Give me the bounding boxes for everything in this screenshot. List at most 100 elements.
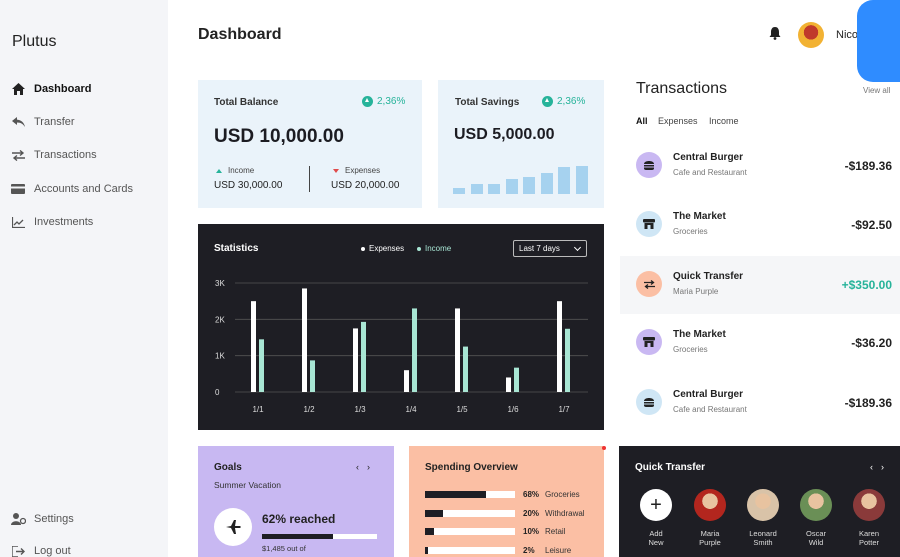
bar-income xyxy=(259,339,264,392)
transaction-row[interactable]: The Market Groceries -$36.20 xyxy=(620,314,900,372)
floating-action-button[interactable] xyxy=(857,0,900,82)
savings-amount: USD 5,000.00 xyxy=(454,126,555,143)
income-label: Income xyxy=(216,166,254,175)
bar-expenses xyxy=(455,308,460,392)
transaction-amount: -$36.20 xyxy=(851,336,892,350)
savings-bar xyxy=(470,184,483,194)
spending-title: Spending Overview xyxy=(425,462,518,473)
bell-icon[interactable] xyxy=(768,26,782,40)
user-name[interactable]: Nico xyxy=(836,29,858,41)
sidebar-item-log-out[interactable]: Log out xyxy=(10,541,71,557)
x-tick-label: 1/5 xyxy=(456,405,468,414)
goals-subtitle: Summer Vacation xyxy=(214,480,281,490)
sidebar-item-transactions[interactable]: Transactions xyxy=(10,145,97,165)
store-icon xyxy=(636,329,662,355)
spending-row: 2% Leisure xyxy=(425,545,595,555)
sidebar-item-settings[interactable]: Settings xyxy=(10,509,74,529)
plus-icon: + xyxy=(640,489,672,521)
home-icon xyxy=(10,82,26,96)
sidebar-item-label: Transactions xyxy=(34,149,97,161)
triangle-down-icon xyxy=(333,168,339,173)
y-tick-label: 0 xyxy=(215,388,220,397)
sidebar-item-transfer[interactable]: Transfer xyxy=(10,112,75,132)
avatar[interactable] xyxy=(798,22,824,48)
spending-percent: 2% xyxy=(523,545,535,555)
divider xyxy=(309,166,310,192)
transaction-row[interactable]: The Market Groceries -$92.50 xyxy=(620,196,900,254)
filter-income[interactable]: Income xyxy=(709,116,739,126)
bar-expenses xyxy=(557,301,562,392)
balance-amount: USD 10,000.00 xyxy=(214,126,344,147)
y-tick-label: 3K xyxy=(215,279,225,288)
page-title: Dashboard xyxy=(198,26,282,43)
sidebar-item-label: Settings xyxy=(34,513,74,525)
transaction-row[interactable]: Central Burger Cafe and Restaurant -$189… xyxy=(620,374,900,432)
sidebar-item-label: Log out xyxy=(34,545,71,557)
goals-card: Goals ‹ › Summer Vacation 62% reached $1… xyxy=(198,446,394,557)
y-tick-label: 2K xyxy=(215,315,225,324)
goal-amount: $1,485 out of xyxy=(262,544,306,553)
add-new-contact[interactable]: + Add New xyxy=(633,489,679,547)
chevron-left-icon[interactable]: ‹ xyxy=(356,462,359,472)
spending-percent: 68% xyxy=(523,490,540,499)
savings-bar xyxy=(523,177,535,194)
sidebar-item-accounts-and-cards[interactable]: Accounts and Cards xyxy=(10,179,133,199)
goal-reached: 62% reached xyxy=(262,512,336,526)
avatar xyxy=(853,489,885,521)
filter-all[interactable]: All xyxy=(636,116,648,126)
change-value: 2,36% xyxy=(377,96,406,107)
y-tick-label: 1K xyxy=(215,352,225,361)
spending-category: Leisure xyxy=(545,545,572,555)
transaction-category: Groceries xyxy=(673,227,708,236)
notification-dot xyxy=(602,446,606,450)
quick-transfer-pager: ‹ › xyxy=(870,462,884,472)
contact-name: Maria Purple xyxy=(699,529,721,547)
bar-income xyxy=(361,321,366,392)
transaction-category: Maria Purple xyxy=(673,287,719,296)
savings-mini-chart xyxy=(453,164,589,194)
bar-expenses xyxy=(353,328,358,392)
bar-income xyxy=(412,308,417,392)
x-tick-label: 1/1 xyxy=(252,405,264,414)
bar-expenses xyxy=(302,288,307,392)
spending-row: 10% Retail xyxy=(425,526,595,536)
brand-logo: Plutus xyxy=(12,33,57,50)
sidebar-item-investments[interactable]: Investments xyxy=(10,212,93,232)
chevron-right-icon[interactable]: › xyxy=(367,462,370,472)
x-tick-label: 1/7 xyxy=(558,405,570,414)
change-badge: 2,36% xyxy=(542,96,585,107)
change-badge: 2,36% xyxy=(362,96,405,107)
contact-leonard[interactable]: Leonard Smith xyxy=(740,489,786,547)
transaction-category: Groceries xyxy=(673,345,708,354)
transaction-category: Cafe and Restaurant xyxy=(673,405,747,414)
view-all-link[interactable]: View all xyxy=(863,86,890,95)
transaction-row[interactable]: Central Burger Cafe and Restaurant -$189… xyxy=(620,137,900,195)
burger-icon xyxy=(636,389,662,415)
transaction-row[interactable]: Quick Transfer Maria Purple +$350.00 xyxy=(620,256,900,314)
spending-bar-track xyxy=(425,528,515,535)
total-savings-card: Total Savings 2,36% USD 5,000.00 xyxy=(438,80,604,208)
savings-bar xyxy=(575,166,588,194)
sidebar-item-label: Investments xyxy=(34,216,94,228)
chevron-right-icon[interactable]: › xyxy=(881,462,884,472)
contact-oscar[interactable]: Oscar Wild xyxy=(793,489,839,547)
spending-percent: 20% xyxy=(523,508,540,518)
chevron-left-icon[interactable]: ‹ xyxy=(870,462,873,472)
transaction-amount: +$350.00 xyxy=(841,278,892,292)
transactions-title: Transactions xyxy=(636,80,727,97)
reply-arrow-icon xyxy=(10,115,26,129)
spending-bar-fill xyxy=(425,509,443,517)
contact-maria[interactable]: Maria Purple xyxy=(687,489,733,547)
avatar xyxy=(800,489,832,521)
sidebar-item-dashboard[interactable]: Dashboard xyxy=(10,79,91,99)
spending-percent: 10% xyxy=(523,527,540,536)
spending-bar-track xyxy=(425,509,515,517)
savings-bar xyxy=(488,184,500,194)
x-tick-label: 1/3 xyxy=(354,405,366,414)
goal-progress-track xyxy=(262,534,377,539)
contact-karen[interactable]: Karen Potter xyxy=(846,489,892,547)
triangle-up-icon xyxy=(216,168,222,173)
swap-arrows-icon xyxy=(10,148,26,162)
expenses-value: USD 20,000.00 xyxy=(331,180,400,191)
filter-expenses[interactable]: Expenses xyxy=(658,116,698,126)
